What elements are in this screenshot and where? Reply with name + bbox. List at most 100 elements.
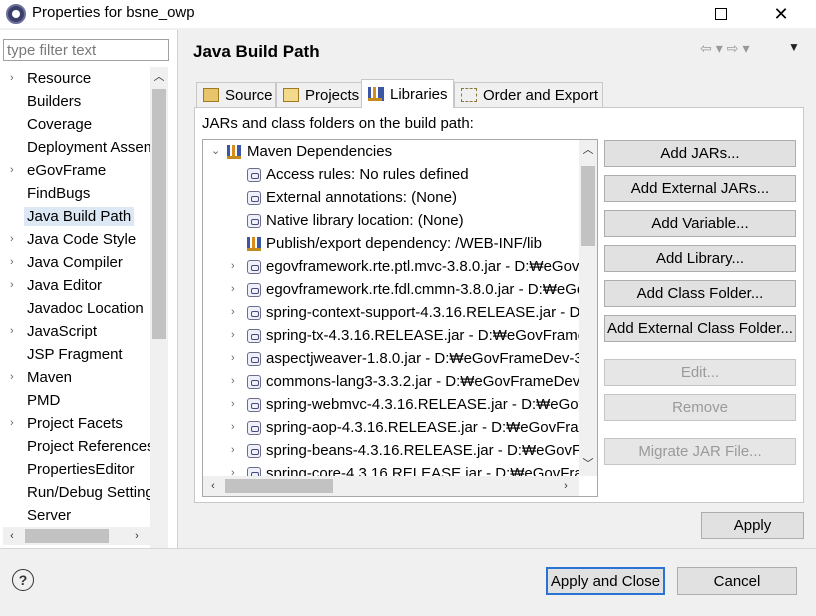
nav-horizontal-scrollbar[interactable]: ‹ › — [3, 527, 168, 545]
chevron-right-icon[interactable]: › — [10, 366, 14, 389]
chevron-right-icon[interactable]: › — [231, 370, 235, 393]
tree-node-jar[interactable]: › spring-context-support-4.3.16.RELEASE.j… — [203, 301, 579, 324]
chevron-down-icon[interactable]: ⌄ — [211, 140, 220, 163]
nav-item[interactable]: › Java Code Style — [0, 228, 150, 251]
apply-button[interactable]: Apply — [701, 512, 804, 539]
tree-node-jar[interactable]: › aspectjweaver-1.8.0.jar - D:₩eGovFrameD… — [203, 347, 579, 370]
migrate-jar-button[interactable]: Migrate JAR File... — [604, 438, 796, 465]
tree-node-jar[interactable]: › egovframework.rte.fdl.cmmn-3.8.0.jar - … — [203, 278, 579, 301]
tree-vertical-scrollbar[interactable]: ︿ ﹀ — [579, 140, 597, 476]
nav-item[interactable]: Server — [0, 504, 150, 527]
jar-icon — [247, 398, 261, 412]
tree-scroll-down-icon[interactable]: ﹀ — [579, 454, 597, 472]
nav-item[interactable]: › JavaScript — [0, 320, 150, 343]
jar-icon — [247, 329, 261, 343]
nav-item[interactable]: FindBugs — [0, 182, 150, 205]
tree-hscroll-thumb[interactable] — [225, 479, 333, 493]
add-external-jars-button[interactable]: Add External JARs... — [604, 175, 796, 202]
tab-projects[interactable]: Projects — [276, 82, 362, 107]
tab-source[interactable]: Source — [196, 82, 276, 107]
tree-node-jar[interactable]: › spring-core-4.3.16.RELEASE.jar - D:₩eGo… — [203, 462, 579, 476]
nav-item[interactable]: Builders — [0, 90, 150, 113]
nav-item-label: Project References — [27, 438, 150, 455]
tree-node-jar[interactable]: › spring-tx-4.3.16.RELEASE.jar - D:₩eGovF… — [203, 324, 579, 347]
add-variable-button[interactable]: Add Variable... — [604, 210, 796, 237]
chevron-right-icon[interactable]: › — [10, 228, 14, 251]
apply-and-close-button[interactable]: Apply and Close — [546, 567, 665, 595]
chevron-right-icon[interactable]: › — [231, 416, 235, 439]
chevron-right-icon[interactable]: › — [10, 274, 14, 297]
nav-item[interactable]: Javadoc Location — [0, 297, 150, 320]
back-arrow-icon[interactable]: ⇦▾ — [700, 40, 727, 56]
nav-item[interactable]: › Maven — [0, 366, 150, 389]
chevron-right-icon[interactable]: › — [231, 324, 235, 347]
cancel-button[interactable]: Cancel — [677, 567, 797, 595]
add-jars-button[interactable]: Add JARs... — [604, 140, 796, 167]
nav-item[interactable]: Java Build Path — [0, 205, 150, 228]
tree-item-label: spring-core-4.3.16.RELEASE.jar - D:₩eGov… — [266, 465, 579, 476]
nav-item[interactable]: › Resource — [0, 67, 150, 90]
view-menu-icon[interactable]: ▼ — [788, 40, 800, 54]
add-external-class-folder-button[interactable]: Add External Class Folder... — [604, 315, 796, 342]
tree-node-jar[interactable]: › commons-lang3-3.3.2.jar - D:₩eGovFrameD… — [203, 370, 579, 393]
scroll-left-icon[interactable]: ‹ — [3, 527, 21, 545]
chevron-right-icon[interactable]: › — [231, 393, 235, 416]
tree-scroll-right-icon[interactable]: › — [557, 477, 575, 495]
tree-scroll-up-icon[interactable]: ︿ — [579, 140, 597, 158]
edit-button[interactable]: Edit... — [604, 359, 796, 386]
forward-arrow-icon[interactable]: ⇨▾ — [727, 40, 754, 56]
maximize-icon — [715, 8, 727, 20]
nav-item[interactable]: Run/Debug Settings — [0, 481, 150, 504]
tree-node-jar[interactable]: › spring-aop-4.3.16.RELEASE.jar - D:₩eGov… — [203, 416, 579, 439]
maximize-button[interactable] — [698, 0, 744, 28]
add-library-button[interactable]: Add Library... — [604, 245, 796, 272]
chevron-right-icon[interactable]: › — [231, 439, 235, 462]
tree-node-jar[interactable]: › egovframework.rte.ptl.mvc-3.8.0.jar - D… — [203, 255, 579, 278]
nav-item[interactable]: PMD — [0, 389, 150, 412]
remove-button[interactable]: Remove — [604, 394, 796, 421]
tree-node-attribute[interactable]: External annotations: (None) — [203, 186, 579, 209]
chevron-right-icon[interactable]: › — [231, 278, 235, 301]
tree-node-jar[interactable]: › spring-beans-4.3.16.RELEASE.jar - D:₩eG… — [203, 439, 579, 462]
chevron-right-icon[interactable]: › — [10, 67, 14, 90]
chevron-right-icon[interactable]: › — [231, 462, 235, 476]
nav-item-label: PropertiesEditor — [27, 461, 135, 478]
nav-item[interactable]: JSP Fragment — [0, 343, 150, 366]
nav-item[interactable]: › Project Facets — [0, 412, 150, 435]
nav-item[interactable]: Project References — [0, 435, 150, 458]
nav-scroll-thumb[interactable] — [152, 89, 166, 339]
nav-item[interactable]: › Java Editor — [0, 274, 150, 297]
chevron-right-icon[interactable]: › — [231, 347, 235, 370]
close-button[interactable]: ✕ — [758, 0, 804, 28]
chevron-right-icon[interactable]: › — [10, 320, 14, 343]
tree-scroll-thumb[interactable] — [581, 166, 595, 246]
nav-item[interactable]: › Java Compiler — [0, 251, 150, 274]
scroll-right-icon[interactable]: › — [128, 527, 146, 545]
chevron-right-icon[interactable]: › — [10, 159, 14, 182]
tab-libraries[interactable]: Libraries — [361, 79, 454, 108]
tree-node-maven-dependencies[interactable]: ⌄ Maven Dependencies — [203, 140, 579, 163]
tree-node-attribute[interactable]: Access rules: No rules defined — [203, 163, 579, 186]
chevron-right-icon[interactable]: › — [10, 412, 14, 435]
chevron-right-icon[interactable]: › — [231, 255, 235, 278]
chevron-right-icon[interactable]: › — [10, 251, 14, 274]
nav-vertical-scrollbar[interactable]: ︿ ﹀ — [150, 67, 168, 549]
add-class-folder-button[interactable]: Add Class Folder... — [604, 280, 796, 307]
nav-item[interactable]: PropertiesEditor — [0, 458, 150, 481]
filter-input[interactable] — [3, 39, 169, 61]
nav-item[interactable]: Coverage — [0, 113, 150, 136]
help-icon[interactable]: ? — [12, 569, 34, 591]
tree-horizontal-scrollbar[interactable]: ‹ › — [203, 476, 579, 496]
history-nav: ⇦▾⇨▾ — [700, 40, 754, 57]
nav-item[interactable]: Deployment Assembly — [0, 136, 150, 159]
tree-node-attribute[interactable]: Publish/export dependency: /WEB-INF/lib — [203, 232, 579, 255]
chevron-right-icon[interactable]: › — [231, 301, 235, 324]
tab-order-export[interactable]: Order and Export — [454, 82, 603, 107]
tree-scroll-left-icon[interactable]: ‹ — [204, 477, 222, 495]
tree-node-attribute[interactable]: Native library location: (None) — [203, 209, 579, 232]
scroll-up-icon[interactable]: ︿ — [150, 67, 168, 85]
tree-node-jar[interactable]: › spring-webmvc-4.3.16.RELEASE.jar - D:₩e… — [203, 393, 579, 416]
nav-item[interactable]: › eGovFrame — [0, 159, 150, 182]
nav-hscroll-thumb[interactable] — [25, 529, 109, 543]
tree-item-label: spring-webmvc-4.3.16.RELEASE.jar - D:₩eG… — [266, 396, 579, 413]
